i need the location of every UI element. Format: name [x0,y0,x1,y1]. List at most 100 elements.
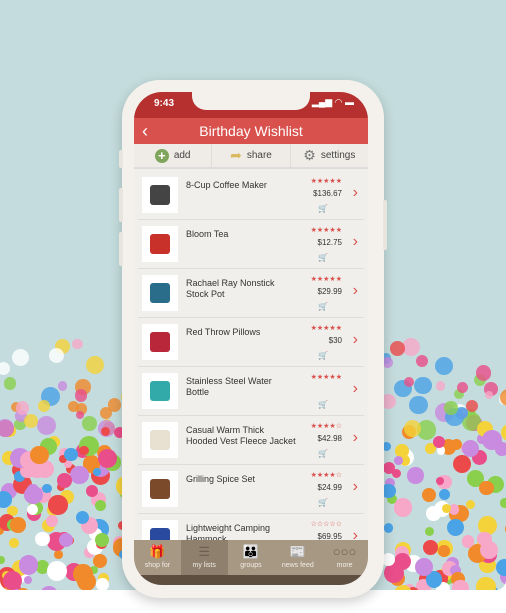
tab-label: shop for [144,562,171,569]
cart-icon[interactable]: 🛒 [318,253,328,262]
tab-label: news feed [281,562,314,569]
list-item[interactable]: Stainless Steel Water Bottle ★★★★★ 🛒 › [138,367,364,416]
item-name: Casual Warm Thick Hooded Vest Fleece Jac… [186,425,296,446]
star-rating: ☆☆☆☆☆ [310,521,342,528]
star-rating: ★★★★★ [310,374,342,381]
share-label: share [246,150,272,161]
confetti-dot [24,575,32,584]
tab-shop-for[interactable]: 🎁 shop for [134,540,181,575]
cart-icon[interactable]: 🛒 [318,351,328,360]
chevron-right-icon[interactable]: › [353,331,358,349]
confetti-dot [63,447,78,462]
cart-icon[interactable]: 🛒 [318,449,328,458]
newspaper-icon: 📰 [289,544,306,559]
app-screen: 9:43 ▂▄▆ ◠ ▬ ‹ Birthday Wishlist + add ➦ s… [134,92,368,585]
confetti-dot [404,376,415,388]
list-icon: ☰ [198,544,211,559]
confetti-dot [416,354,429,367]
star-rating: ★★★★★ [310,325,342,332]
confetti-dot [37,400,50,413]
list-item[interactable]: Bloom Tea ★★★★★ $12.75 🛒 › [138,220,364,269]
item-name: Rachael Ray Nonstick Stock Pot [186,278,275,299]
confetti-dot [451,579,469,590]
confetti-dot [79,445,89,455]
tab-bar-base [134,575,368,585]
confetti-dot [435,357,454,376]
confetti-dot [452,455,471,473]
confetti-dot [407,467,424,484]
chevron-right-icon[interactable]: › [353,478,358,496]
confetti-dot [70,466,89,485]
chevron-right-icon[interactable]: › [353,233,358,251]
confetti-dot [40,586,58,590]
product-image [142,226,178,262]
confetti-dot [57,473,73,488]
volume-up-button [119,188,123,222]
item-name: 8-Cup Coffee Maker [186,180,267,190]
confetti-dot [422,488,437,503]
product-image [142,275,178,311]
tab-groups[interactable]: 👪 groups [228,540,275,575]
confetti-dot [9,517,26,534]
confetti-dot [484,391,494,400]
tab-label: my lists [192,562,216,569]
confetti-dot [74,389,88,402]
product-image [142,471,178,507]
confetti-dot [446,519,464,537]
confetti-dot [481,430,502,450]
cart-icon[interactable]: 🛒 [318,204,328,213]
confetti-dot [53,550,63,559]
confetti-dot [0,361,10,375]
item-name: Stainless Steel Water Bottle [186,376,272,397]
item-price: $42.98 [317,434,342,443]
confetti-dot [444,401,458,415]
list-item[interactable]: Grilling Spice Set ★★★★☆ $24.99 🛒 › [138,465,364,514]
confetti-dot [456,381,468,394]
product-image [142,373,178,409]
confetti-dot [99,407,112,420]
chevron-right-icon[interactable]: › [353,282,358,300]
confetti-dot [435,381,446,391]
settings-button[interactable]: ⚙ settings [291,144,368,167]
cart-icon[interactable]: 🛒 [318,498,328,507]
chevron-right-icon[interactable]: › [353,380,358,398]
list-item[interactable]: Red Throw Pillows ★★★★★ $30 🛒 › [138,318,364,367]
cart-icon[interactable]: 🛒 [318,302,328,311]
item-price: $29.99 [317,287,342,296]
chevron-right-icon[interactable]: › [353,184,358,202]
confetti-dot [35,531,50,547]
list-item[interactable]: Rachael Ray Nonstick Stock Pot ★★★★★ $29… [138,269,364,318]
confetti-dot [461,535,474,548]
confetti-dot [58,533,73,548]
confetti-dot [500,424,506,442]
confetti-dot [438,545,450,557]
cart-icon[interactable]: 🛒 [318,400,328,409]
confetti-dot [46,560,67,581]
confetti-dot [85,485,98,498]
star-rating: ★★★★★ [310,178,342,185]
list-item[interactable]: 8-Cup Coffee Maker ★★★★★ $136.67 🛒 › [138,171,364,220]
tab-label: groups [240,562,262,569]
list-item[interactable]: Casual Warm Thick Hooded Vest Fleece Jac… [138,416,364,465]
tab-news-feed[interactable]: 📰 news feed [274,540,321,575]
tab-my-lists[interactable]: ☰ my lists [180,540,228,575]
confetti-dot [85,355,105,375]
add-label: add [173,150,191,161]
chevron-right-icon[interactable]: › [353,429,358,447]
share-button[interactable]: ➦ share [212,144,291,167]
status-icons: ▂▄▆ ◠ ▬ [311,97,354,107]
tab-more[interactable]: ○○○ more [321,540,368,575]
product-image [142,324,178,360]
item-name: Grilling Spice Set [186,474,256,484]
confetti-dot [98,449,118,469]
item-name: Bloom Tea [186,229,229,239]
add-button[interactable]: + add [134,144,213,167]
wishlist: 8-Cup Coffee Maker ★★★★★ $136.67 🛒 › Blo… [134,171,368,585]
confetti-dot [441,503,451,513]
confetti-dot [23,414,38,429]
chevron-left-icon[interactable]: ‹ [142,118,148,144]
tab-bar: 🎁 shop for ☰ my lists 👪 groups 📰 news feed ○○○ mo… [134,540,368,575]
more-icon: ○○○ [332,544,357,559]
product-image [142,177,178,213]
star-rating: ★★★★☆ [310,423,342,430]
